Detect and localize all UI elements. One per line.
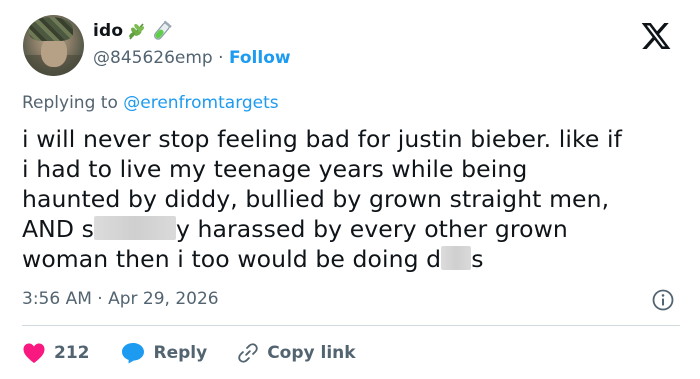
reply-label: Reply <box>153 343 208 363</box>
copy-link-button[interactable]: Copy link <box>237 342 356 364</box>
reply-bubble-icon <box>121 343 144 364</box>
replying-to-label: Replying to <box>22 93 118 113</box>
reply-mention-link[interactable]: @erenfromtargets <box>123 93 278 113</box>
tweet-line: haunted by diddy, bullied by grown strai… <box>22 185 610 213</box>
follow-button[interactable]: Follow <box>229 48 291 68</box>
divider <box>22 325 680 326</box>
timestamp-separator: · <box>97 289 103 309</box>
tweet-text: i will never stop feeling bad for justin… <box>22 124 682 274</box>
handle-row: @845626emp · Follow <box>93 48 291 68</box>
tweet-line: AND s y harassed by every other grown <box>22 214 682 244</box>
user-info: ido @845626emp · Follow <box>93 20 291 68</box>
tweet-line: i had to live my teenage years while bei… <box>22 155 528 183</box>
tweet-timestamp[interactable]: 3:56 AM · Apr 29, 2026 <box>22 289 219 309</box>
tweet-line: i will never stop feeling bad for justin… <box>22 125 623 153</box>
tweet-fragment: AND s <box>22 215 94 243</box>
replying-to: Replying to @erenfromtargets <box>22 93 279 113</box>
handle-separator: · <box>218 48 224 68</box>
action-bar: 212 Reply Copy link <box>22 339 386 367</box>
x-logo-icon[interactable] <box>640 20 672 52</box>
handle[interactable]: @845626emp <box>93 48 213 68</box>
like-button[interactable]: 212 <box>22 342 90 364</box>
like-count: 212 <box>54 343 90 363</box>
avatar[interactable] <box>23 15 84 76</box>
copy-link-label: Copy link <box>267 343 356 363</box>
link-icon <box>238 343 258 363</box>
tweet-time: 3:56 AM <box>22 289 92 309</box>
avatar-face <box>41 37 67 67</box>
avatar-cap <box>29 17 73 41</box>
censor-blur <box>93 216 176 240</box>
test-tube-icon <box>151 20 173 42</box>
name-row: ido <box>93 20 291 42</box>
tweet-fragment: woman then i too would be doing d <box>22 245 442 273</box>
tweet-fragment: s <box>471 245 484 273</box>
tweet-date: Apr 29, 2026 <box>108 289 219 309</box>
tweet-line: woman then i too would be doing d s <box>22 244 682 274</box>
info-icon[interactable] <box>651 288 675 312</box>
reply-button[interactable]: Reply <box>120 341 208 365</box>
heart-icon <box>23 343 45 363</box>
tweet-fragment: y harassed by every other grown <box>175 215 568 243</box>
censor-blur <box>441 246 472 270</box>
herb-icon <box>126 20 148 42</box>
display-name[interactable]: ido <box>93 21 123 41</box>
